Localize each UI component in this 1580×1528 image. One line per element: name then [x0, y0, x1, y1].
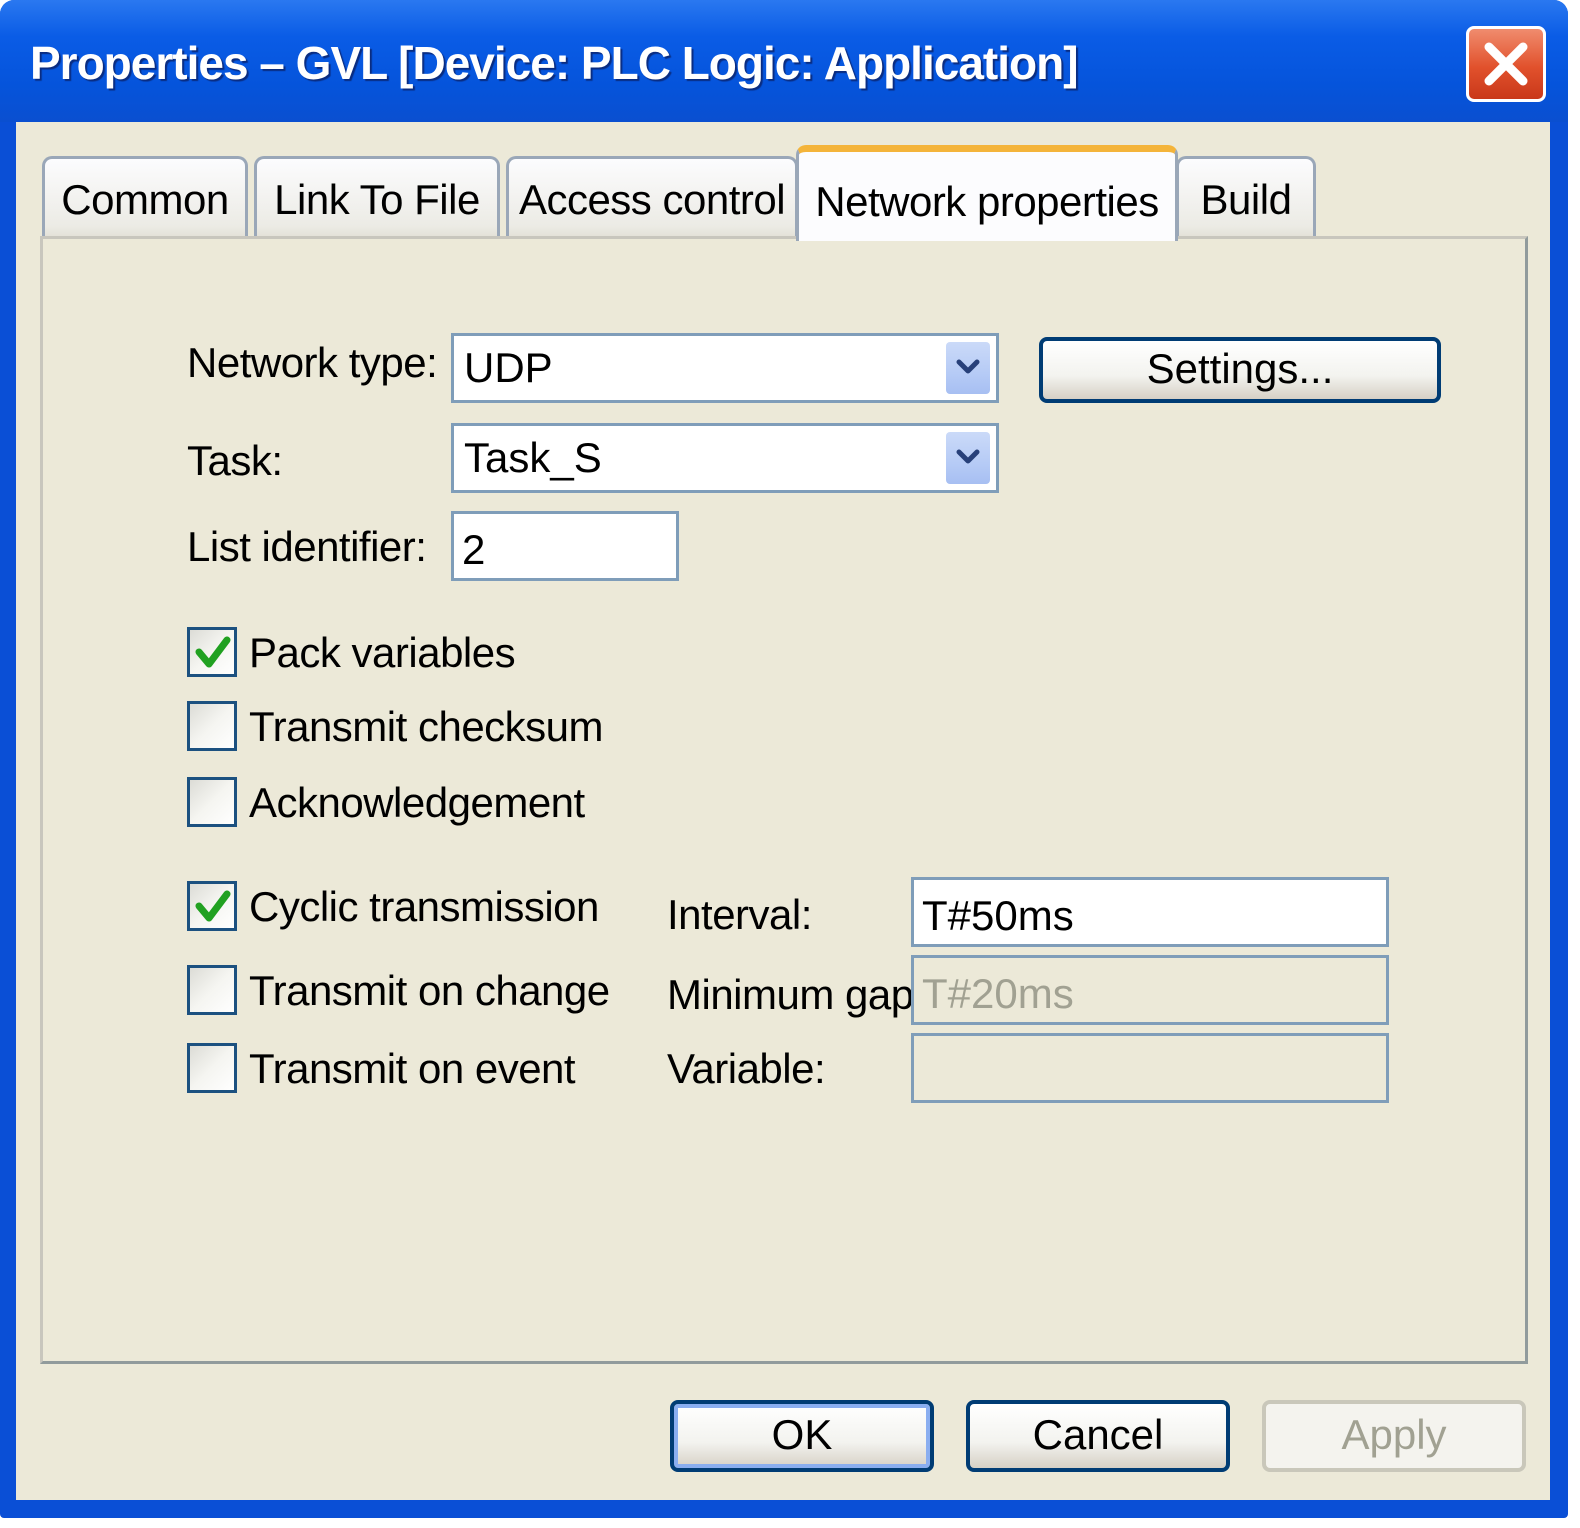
network-type-value: UDP [464, 344, 553, 391]
network-type-dropdown[interactable]: UDP [451, 333, 999, 403]
close-button[interactable] [1466, 26, 1546, 102]
cancel-button[interactable]: Cancel [966, 1400, 1230, 1472]
window-title: Properties – GVL [Device: PLC Logic: App… [30, 37, 1079, 89]
transmit-on-event-label[interactable]: Transmit on event [249, 1045, 576, 1093]
properties-dialog: Properties – GVL [Device: PLC Logic: App… [0, 0, 1568, 1518]
network-type-label: Network type: [187, 339, 438, 386]
task-dropdown[interactable]: Task_S [451, 423, 999, 493]
title-bar[interactable]: Properties – GVL [Device: PLC Logic: App… [0, 0, 1568, 122]
acknowledgement-label[interactable]: Acknowledgement [249, 779, 585, 827]
transmit-on-event-checkbox[interactable] [187, 1043, 237, 1093]
task-value: Task_S [464, 434, 602, 481]
chevron-down-icon [956, 359, 980, 374]
transmit-on-change-label[interactable]: Transmit on change [249, 967, 610, 1015]
check-icon [195, 636, 231, 668]
acknowledgement-checkbox[interactable] [187, 777, 237, 827]
cyclic-transmission-checkbox[interactable] [187, 881, 237, 931]
transmit-on-change-checkbox[interactable] [187, 965, 237, 1015]
tab-network-properties[interactable]: Network properties [796, 145, 1178, 241]
settings-button[interactable]: Settings... [1039, 337, 1441, 403]
minimum-gap-input: T#20ms [911, 955, 1389, 1025]
dropdown-button[interactable] [946, 432, 990, 484]
tab-build[interactable]: Build [1176, 156, 1316, 238]
pack-variables-label[interactable]: Pack variables [249, 629, 516, 677]
variable-input [911, 1033, 1389, 1103]
list-identifier-label: List identifier: [187, 523, 427, 570]
pack-variables-checkbox[interactable] [187, 627, 237, 677]
list-identifier-input[interactable]: 2 [451, 511, 679, 581]
variable-label: Variable: [667, 1045, 826, 1092]
chevron-down-icon [956, 449, 980, 464]
transmit-checksum-label[interactable]: Transmit checksum [249, 703, 604, 751]
ok-button[interactable]: OK [670, 1400, 934, 1472]
apply-button: Apply [1262, 1400, 1526, 1472]
interval-input[interactable]: T#50ms [911, 877, 1389, 947]
dropdown-button[interactable] [946, 342, 990, 394]
transmit-checksum-checkbox[interactable] [187, 701, 237, 751]
interval-label: Interval: [667, 891, 812, 938]
minimum-gap-label: Minimum gap: [667, 971, 925, 1018]
cyclic-transmission-label[interactable]: Cyclic transmission [249, 883, 599, 931]
task-label: Task: [187, 437, 283, 484]
network-properties-panel: Network type: UDP Settings... Task: Task… [40, 236, 1528, 1364]
check-icon [195, 890, 231, 922]
close-x-icon [1484, 42, 1528, 86]
tab-link-to-file[interactable]: Link To File [254, 156, 500, 238]
tab-common[interactable]: Common [42, 156, 248, 238]
tab-access-control[interactable]: Access control [506, 156, 798, 238]
